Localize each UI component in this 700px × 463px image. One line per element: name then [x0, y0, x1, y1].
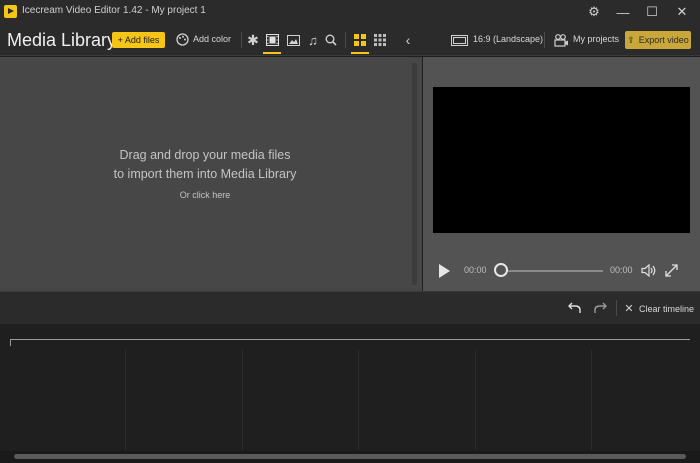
timeline-gridline — [475, 350, 476, 450]
star-icon[interactable]: ✱ — [245, 32, 261, 48]
video-filter-active-indicator — [263, 52, 281, 54]
timeline-gridline — [242, 350, 243, 450]
export-video-button[interactable]: ⇪ Export video — [625, 31, 691, 49]
clear-timeline-button[interactable]: Clear timeline — [639, 304, 694, 314]
grid-large-icon[interactable] — [352, 32, 368, 48]
music-icon[interactable]: ♫ — [305, 32, 321, 48]
timeline-ruler — [10, 339, 690, 340]
timeline-divider — [616, 300, 617, 316]
app-logo-icon — [4, 5, 17, 18]
total-time: 00:00 — [610, 265, 633, 275]
palette-icon — [175, 32, 189, 46]
my-projects-button[interactable]: My projects — [573, 34, 619, 44]
click-here-link[interactable]: Or click here — [0, 190, 410, 200]
maximize-button[interactable]: ☐ — [638, 0, 666, 24]
redo-icon[interactable] — [592, 300, 608, 316]
toolbar-divider — [241, 32, 242, 48]
close-button[interactable]: ✕ — [668, 0, 696, 24]
seek-handle[interactable] — [494, 263, 508, 277]
main-toolbar: Media Library + Add files Add color ✱ ♫ … — [0, 24, 700, 56]
library-scrollbar[interactable] — [412, 63, 417, 285]
current-time: 00:00 — [464, 265, 487, 275]
toolbar-divider — [345, 32, 346, 48]
toolbar-divider — [544, 32, 545, 48]
aspect-ratio-selector[interactable]: 16:9 (Landscape) — [473, 34, 543, 44]
title-bar: Icecream Video Editor 1.42 - My project … — [0, 0, 700, 24]
minimize-button[interactable]: — — [609, 0, 637, 24]
video-icon[interactable] — [264, 32, 280, 48]
add-files-button[interactable]: + Add files — [112, 32, 165, 48]
undo-icon[interactable] — [566, 300, 582, 316]
timeline-gridline — [358, 350, 359, 450]
chevron-left-icon[interactable]: ‹ — [400, 32, 416, 48]
timeline-gridline — [125, 350, 126, 450]
grid-small-icon[interactable] — [372, 32, 388, 48]
timeline-area[interactable] — [0, 324, 700, 451]
timeline-gridline — [591, 350, 592, 450]
export-video-label: Export video — [638, 35, 689, 45]
window-title: Icecream Video Editor 1.42 - My project … — [22, 5, 206, 16]
video-preview-screen — [433, 87, 690, 233]
aspect-ratio-icon — [450, 33, 468, 47]
settings-gear-icon[interactable]: ⚙ — [580, 0, 608, 24]
image-icon[interactable] — [285, 32, 301, 48]
add-color-button[interactable]: Add color — [193, 34, 231, 44]
drop-instructions-line1: Drag and drop your media files — [119, 148, 291, 162]
media-library-title: Media Library — [7, 30, 117, 50]
grid-view-active-indicator — [351, 52, 369, 54]
drop-instructions-line2: to import them into Media Library — [113, 167, 297, 181]
preview-panel: 00:00 00:00 — [423, 57, 700, 291]
play-icon[interactable] — [439, 264, 450, 278]
timeline-ruler-start — [10, 339, 11, 346]
camera-icon — [553, 32, 569, 48]
fullscreen-icon[interactable] — [663, 262, 679, 278]
export-icon: ⇪ — [627, 34, 635, 45]
timeline-controls: ✕ Clear timeline — [0, 291, 700, 324]
media-library-dropzone[interactable]: Drag and drop your media files to import… — [0, 57, 422, 291]
volume-icon[interactable] — [640, 262, 658, 278]
seek-bar[interactable] — [501, 270, 603, 272]
close-icon: ✕ — [624, 302, 634, 315]
timeline-scrollbar-thumb[interactable] — [14, 454, 686, 459]
timeline-horizontal-scrollbar[interactable] — [0, 451, 700, 463]
search-icon[interactable] — [323, 32, 339, 48]
